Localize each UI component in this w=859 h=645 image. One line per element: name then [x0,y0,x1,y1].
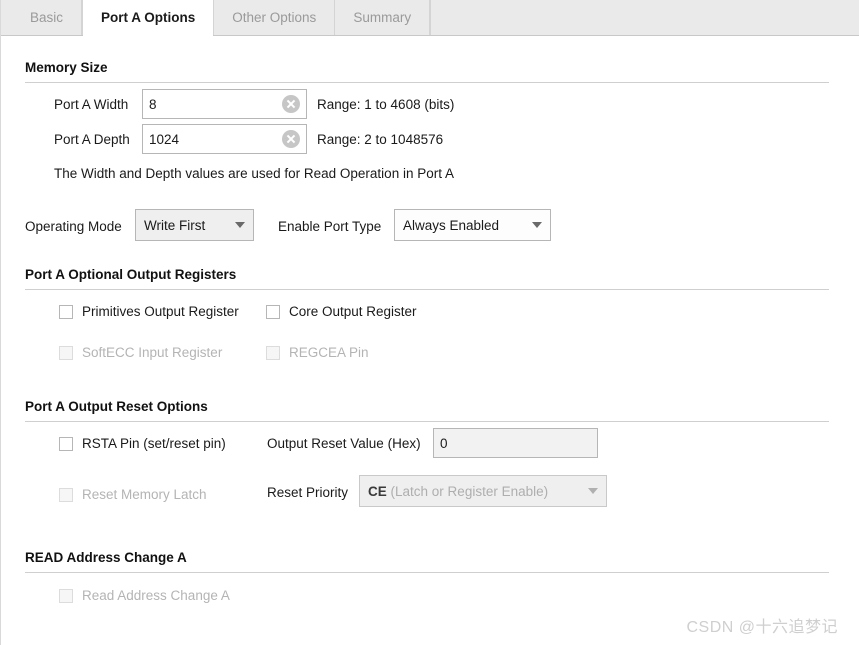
section-divider-optional-output-registers [25,289,829,290]
tab-label: Port A Options [101,10,196,25]
checkbox-read-address-change-a: Read Address Change A [59,588,230,603]
checkbox-softecc-input-register: SoftECC Input Register [59,345,222,360]
tab-label: Other Options [232,10,317,25]
checkbox-core-output-register[interactable]: Core Output Register [266,304,417,319]
chevron-down-icon [588,488,598,494]
checkbox-icon[interactable] [266,304,280,319]
enable-port-type-label: Enable Port Type [278,219,382,234]
operating-mode-label: Operating Mode [25,219,122,234]
reset-priority-select: CE (Latch or Register Enable) [359,475,607,507]
port-a-width-range: Range: 1 to 4608 (bits) [317,97,455,112]
checkbox-label: REGCEA Pin [289,345,369,360]
checkbox-icon[interactable] [59,304,73,319]
tab-bar-filler [430,0,859,35]
section-heading-read-address-change: READ Address Change A [25,550,187,565]
checkbox-regcea-pin: REGCEA Pin [266,345,369,360]
checkbox-icon[interactable] [59,436,73,451]
section-divider-memory-size [25,82,829,83]
port-a-depth-field[interactable] [143,125,282,153]
memory-size-note: The Width and Depth values are used for … [54,166,454,181]
reset-priority-label: Reset Priority [267,485,349,500]
port-a-width-field[interactable] [143,90,282,118]
output-reset-value-input[interactable] [433,428,598,458]
reset-priority-value: CE (Latch or Register Enable) [368,484,580,499]
tab-other-options[interactable]: Other Options [214,0,336,35]
checkbox-label: Core Output Register [289,304,417,319]
checkbox-icon [59,487,73,502]
checkbox-primitives-output-register[interactable]: Primitives Output Register [59,304,239,319]
checkbox-icon [59,588,73,603]
checkbox-icon [266,345,280,360]
checkbox-reset-memory-latch: Reset Memory Latch [59,487,207,502]
section-divider-output-reset-options [25,421,829,422]
section-divider-read-address-change [25,572,829,573]
checkbox-icon [59,345,73,360]
reset-priority-value-description: (Latch or Register Enable) [390,483,549,499]
checkbox-label: RSTA Pin (set/reset pin) [82,436,226,451]
enable-port-type-value: Always Enabled [403,217,500,233]
enable-port-type-select[interactable]: Always Enabled [394,209,551,241]
clear-icon[interactable] [282,130,300,148]
port-a-depth-input[interactable] [142,124,307,154]
port-a-depth-label: Port A Depth [54,132,130,147]
section-heading-optional-output-registers: Port A Optional Output Registers [25,267,237,282]
tab-label: Summary [353,10,412,25]
tab-port-a-options[interactable]: Port A Options [82,0,215,36]
dialog-window: Basic Port A Options Other Options Summa… [0,0,859,645]
port-a-depth-range: Range: 2 to 1048576 [317,132,444,147]
output-reset-value-label: Output Reset Value (Hex) [267,436,421,451]
tab-basic[interactable]: Basic [12,0,83,35]
checkbox-label: Read Address Change A [82,588,230,603]
tab-panel-port-a-options: Memory Size Port A Width Range: 1 to 460… [1,36,859,645]
operating-mode-select[interactable]: Write First [135,209,254,241]
checkbox-label: Primitives Output Register [82,304,239,319]
reset-priority-value-code: CE [368,483,387,499]
operating-mode-value: Write First [144,217,206,233]
tab-bar: Basic Port A Options Other Options Summa… [1,0,859,36]
port-a-width-input[interactable] [142,89,307,119]
clear-icon[interactable] [282,95,300,113]
port-a-width-label: Port A Width [54,97,129,112]
tab-summary[interactable]: Summary [335,0,431,35]
checkbox-label: SoftECC Input Register [82,345,223,360]
output-reset-value-field[interactable] [434,429,597,457]
checkbox-rsta-pin[interactable]: RSTA Pin (set/reset pin) [59,436,226,451]
watermark: CSDN @十六追梦记 [686,619,838,636]
chevron-down-icon [532,222,542,228]
section-heading-memory-size: Memory Size [25,60,108,75]
chevron-down-icon [235,222,245,228]
section-heading-output-reset-options: Port A Output Reset Options [25,399,208,414]
tab-label: Basic [30,10,64,25]
checkbox-label: Reset Memory Latch [82,487,207,502]
